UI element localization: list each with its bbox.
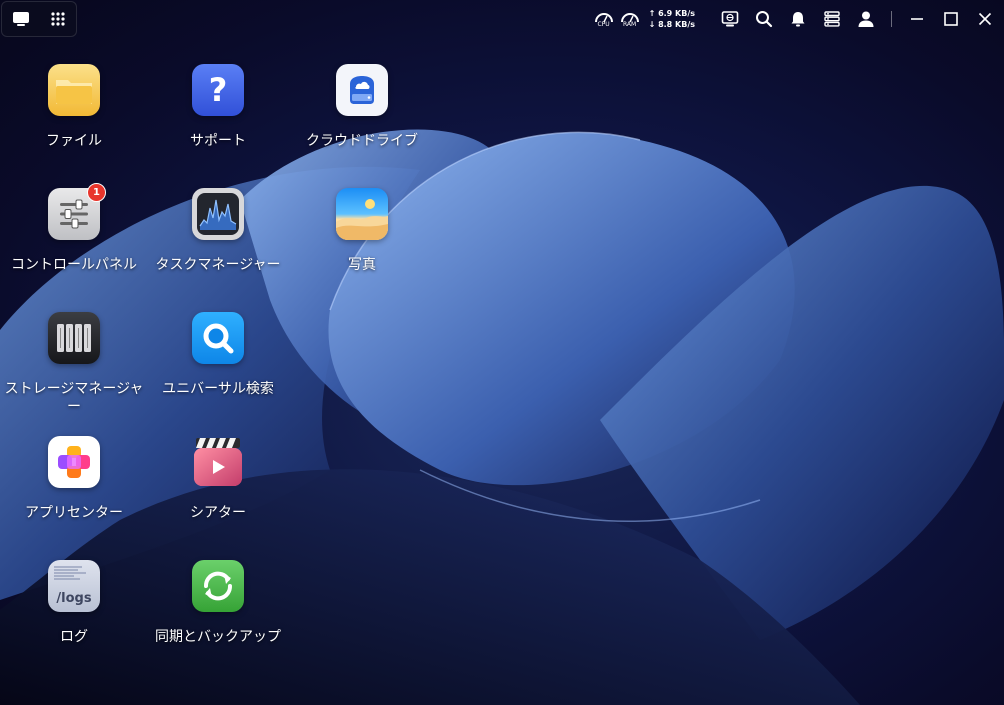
drive-bays-icon xyxy=(48,312,100,364)
app-control-panel[interactable]: 1 コントロールパネル xyxy=(4,183,144,274)
app-storage-manager[interactable]: ストレージマネージャー xyxy=(4,312,144,416)
app-label: クラウドドライブ xyxy=(306,133,418,149)
upload-speed-value: 6.9 KB/s xyxy=(658,9,695,18)
log-lines-shape xyxy=(54,566,86,580)
app-label: ファイル xyxy=(46,133,102,149)
app-label: ストレージマネージャー xyxy=(4,381,144,415)
app-photos[interactable]: 写真 xyxy=(292,188,432,274)
ram-label: RAM xyxy=(622,20,637,28)
cpu-label: CPU xyxy=(597,20,610,28)
cloud-drive-icon xyxy=(336,64,388,116)
photo-shape xyxy=(336,199,388,240)
search-icon xyxy=(756,11,773,28)
download-speed-value: 8.8 KB/s xyxy=(658,20,695,29)
notification-badge: 1 xyxy=(87,183,106,202)
upload-speed: ↑ 6.9 KB/s xyxy=(648,9,695,18)
ram-monitor[interactable]: RAM xyxy=(619,11,641,28)
app-cloud-drive[interactable]: クラウドドライブ xyxy=(292,64,432,150)
logs-icon-text: /logs xyxy=(56,591,92,606)
show-desktop-button[interactable] xyxy=(10,8,32,30)
app-sync-backup[interactable]: 同期とバックアップ xyxy=(148,560,288,646)
remote-access-button[interactable] xyxy=(719,8,741,30)
network-speed[interactable]: ↑ 6.9 KB/s ↓ 8.8 KB/s xyxy=(649,8,695,30)
system-tray: CPU RAM ↑ 6.9 KB/s ↓ 8.8 KB/s xyxy=(593,6,996,32)
app-menu-button[interactable] xyxy=(47,8,69,30)
minimize-button[interactable] xyxy=(906,8,928,30)
app-task-manager[interactable]: タスクマネージャー xyxy=(148,188,288,274)
app-logs[interactable]: /logs ログ xyxy=(4,560,144,646)
app-label: 写真 xyxy=(348,257,376,273)
app-label: シアター xyxy=(190,505,246,521)
maximize-icon xyxy=(944,12,958,26)
clapperboard-icon xyxy=(192,436,244,488)
bell-icon xyxy=(791,12,805,27)
app-label: コントロールパネル xyxy=(11,257,137,273)
desktop-icon xyxy=(12,12,29,26)
app-file-manager[interactable]: ファイル xyxy=(4,64,144,150)
clapper-shape xyxy=(194,438,242,486)
sync-arrows-shape xyxy=(203,571,233,601)
app-label: サポート xyxy=(190,133,246,149)
logs-icon: /logs xyxy=(48,560,100,612)
app-center-shape xyxy=(58,446,90,478)
sync-icon xyxy=(192,560,244,612)
app-label: 同期とバックアップ xyxy=(155,629,281,645)
folder-icon xyxy=(48,64,100,116)
monitor-globe-icon xyxy=(721,11,739,27)
maximize-button[interactable] xyxy=(940,8,962,30)
app-app-center[interactable]: アプリセンター xyxy=(4,436,144,522)
app-label: タスクマネージャー xyxy=(155,257,281,273)
taskbar-launcher xyxy=(1,1,77,37)
app-label: ログ xyxy=(60,629,88,645)
question-icon: ? xyxy=(192,64,244,116)
drive-shape xyxy=(350,76,374,104)
app-label: ユニバーサル検索 xyxy=(162,381,274,397)
sliders-shape xyxy=(60,199,88,229)
magnifier-shape xyxy=(203,323,234,354)
close-icon xyxy=(978,12,992,26)
search-icon xyxy=(192,312,244,364)
app-label: アプリセンター xyxy=(25,505,123,521)
server-list-icon xyxy=(824,11,840,27)
app-support[interactable]: ? サポート xyxy=(148,64,288,150)
photo-icon xyxy=(336,188,388,240)
cpu-monitor[interactable]: CPU xyxy=(593,11,615,28)
notifications-button[interactable] xyxy=(787,8,809,30)
minimize-icon xyxy=(911,18,923,20)
sliders-icon: 1 xyxy=(48,183,106,240)
user-icon xyxy=(858,11,874,27)
download-speed: ↓ 8.8 KB/s xyxy=(648,20,695,29)
app-universal-search[interactable]: ユニバーサル検索 xyxy=(148,312,288,398)
app-center-icon xyxy=(48,436,100,488)
chart-shape xyxy=(197,193,239,235)
search-button[interactable] xyxy=(753,8,775,30)
bays-shape xyxy=(57,324,91,352)
close-button[interactable] xyxy=(974,8,996,30)
grid-icon xyxy=(50,12,65,26)
activity-chart-icon xyxy=(192,188,244,240)
folder-shape xyxy=(56,80,92,104)
user-menu-button[interactable] xyxy=(855,8,877,30)
tray-divider xyxy=(891,11,892,27)
widgets-button[interactable] xyxy=(821,8,843,30)
app-theater[interactable]: シアター xyxy=(148,436,288,522)
